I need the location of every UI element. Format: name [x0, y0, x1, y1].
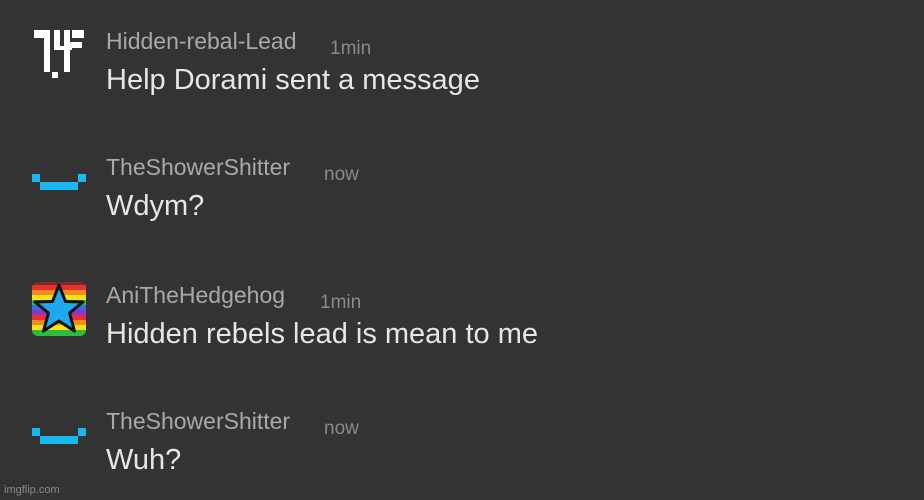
username[interactable]: AniTheHedgehog	[106, 282, 285, 309]
watermark: imgflip.com	[4, 484, 60, 496]
avatar-white-pixel-logo-icon[interactable]	[32, 28, 86, 82]
timestamp: 1min	[320, 292, 362, 313]
username[interactable]: Hidden-rebal-Lead	[106, 28, 297, 55]
avatar-cyan-pixel-smile-icon[interactable]	[32, 154, 86, 208]
timestamp: now	[324, 164, 359, 185]
avatar-rainbow-star-icon[interactable]	[32, 282, 86, 336]
timestamp: 1min	[330, 38, 372, 59]
username[interactable]: TheShowerShitter	[106, 408, 290, 435]
message-text: Wuh?	[106, 444, 182, 476]
message-text: Help Dorami sent a message	[106, 64, 480, 96]
chat-message: TheShowerShitter now Wdym?	[0, 150, 924, 260]
avatar-cyan-pixel-smile-icon[interactable]	[32, 408, 86, 462]
message-text: Hidden rebels lead is mean to me	[106, 318, 539, 350]
timestamp: now	[324, 418, 359, 439]
chat-log: Hidden-rebal-Lead 1min Help Dorami sent …	[0, 0, 924, 500]
chat-message: TheShowerShitter now Wuh?	[0, 404, 924, 500]
chat-message: AniTheHedgehog 1min Hidden rebels lead i…	[0, 278, 924, 388]
message-text: Wdym?	[106, 190, 205, 222]
username[interactable]: TheShowerShitter	[106, 154, 290, 181]
chat-message: Hidden-rebal-Lead 1min Help Dorami sent …	[0, 24, 924, 134]
